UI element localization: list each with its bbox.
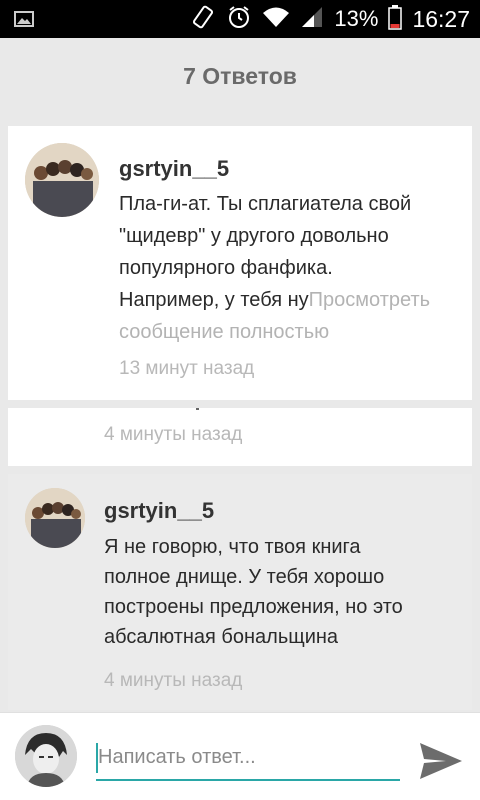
- comment-text: Я не говорю, что твоя книга полное днище…: [104, 536, 403, 648]
- signal-icon: [300, 5, 324, 34]
- comment-card[interactable]: 4 минуты назад: [8, 408, 472, 466]
- send-icon: [420, 743, 462, 779]
- comment-time: 4 минуты назад: [104, 670, 243, 691]
- text-cursor: [96, 743, 98, 773]
- avatar[interactable]: [25, 488, 85, 548]
- comment-card[interactable]: gsrtyin__5 Пла-ги-ат. Ты сплагиатела сво…: [8, 126, 472, 400]
- comment-author[interactable]: gsrtyin__5: [104, 498, 214, 524]
- reply-composer: [0, 712, 480, 800]
- comment-time: 4 минуты назад: [104, 424, 243, 445]
- text-fragment: [196, 408, 199, 410]
- header: 7 Ответов: [0, 38, 480, 114]
- alarm-icon: [226, 4, 252, 35]
- view-full-message-link[interactable]: Просмотреть: [309, 289, 430, 311]
- status-bar: 13% 16:27: [0, 0, 480, 38]
- avatar[interactable]: [25, 143, 99, 217]
- reply-input[interactable]: [96, 735, 400, 781]
- clock: 16:27: [412, 5, 470, 32]
- comment-time: 13 минут назад: [119, 358, 255, 379]
- screen-rotation-icon: [190, 4, 216, 35]
- battery-icon: [388, 4, 403, 35]
- battery-percent: 13%: [334, 6, 379, 31]
- my-avatar: [15, 725, 77, 787]
- comment-author[interactable]: gsrtyin__5: [119, 156, 229, 182]
- view-full-message-link-cont[interactable]: сообщение полностью: [119, 321, 329, 343]
- send-button[interactable]: [418, 741, 464, 781]
- comment-text: Пла-ги-ат. Ты сплагиатела свой "щидевр" …: [119, 193, 431, 343]
- gallery-notification-icon: [14, 11, 34, 27]
- wifi-icon: [262, 5, 290, 34]
- comment-card[interactable]: gsrtyin__5 Я не говорю, что твоя книга п…: [8, 474, 472, 710]
- page-title: 7 Ответов: [183, 62, 297, 89]
